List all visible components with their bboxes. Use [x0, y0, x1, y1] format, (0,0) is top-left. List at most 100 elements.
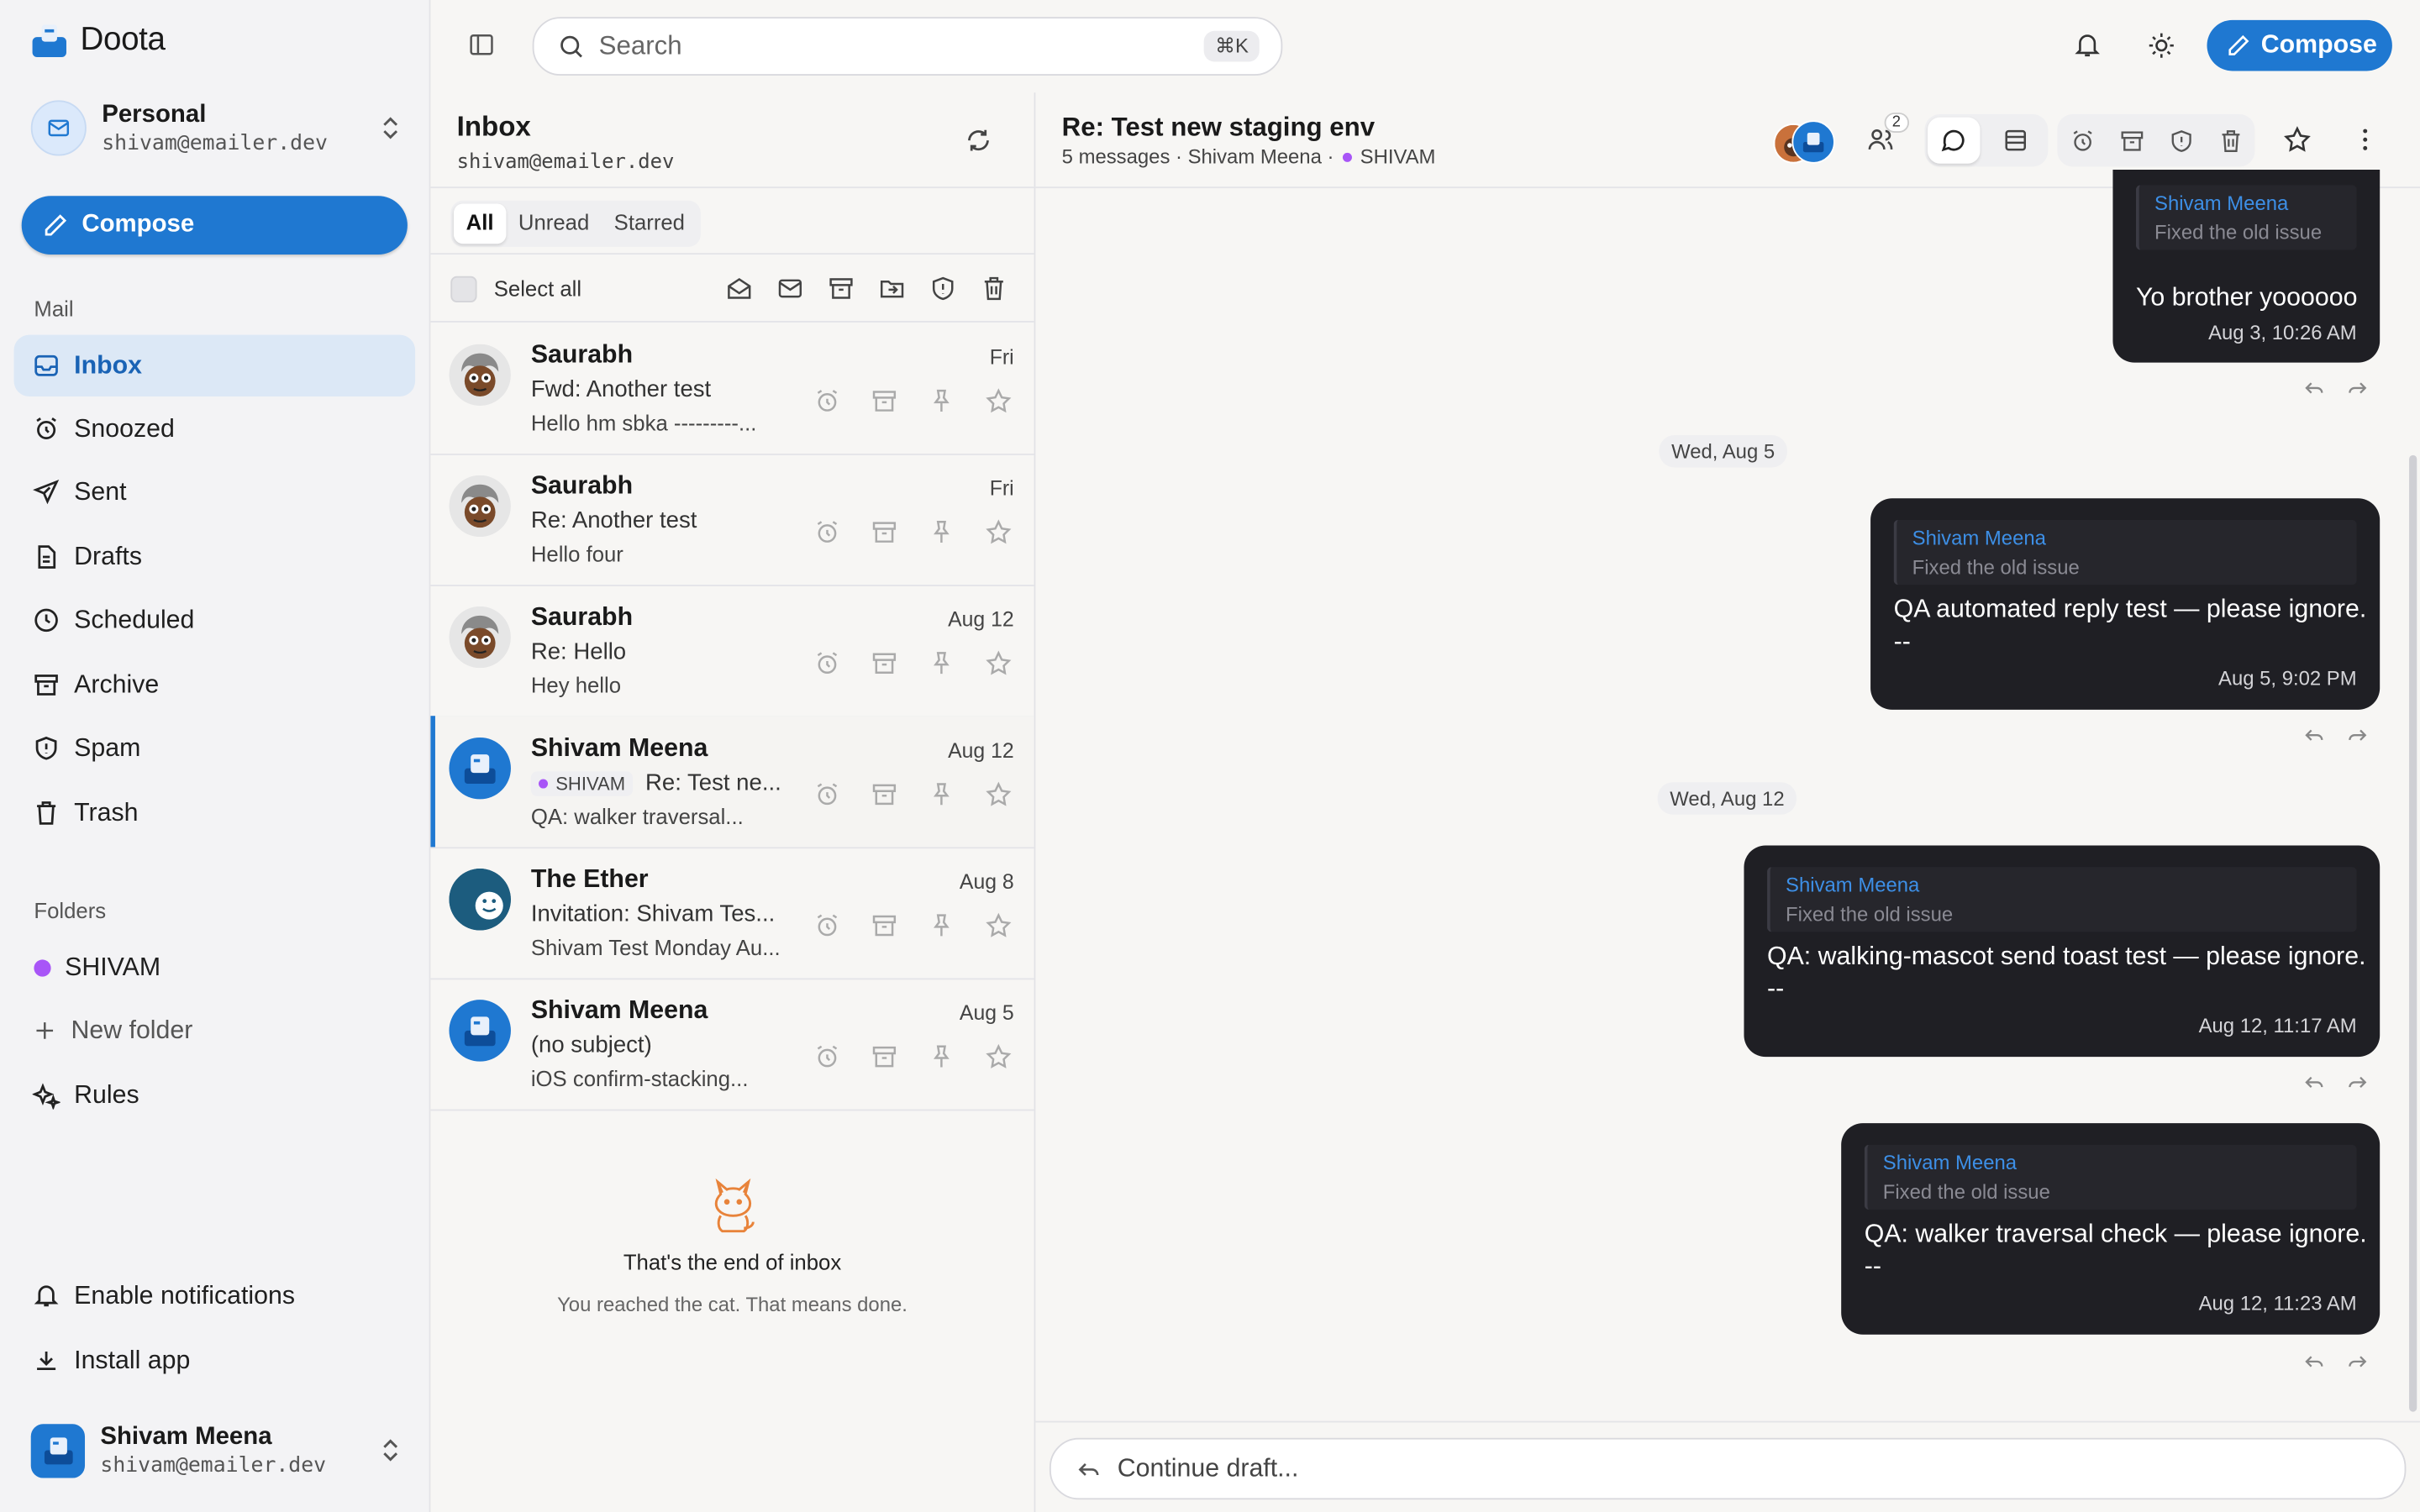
shield-icon[interactable]: [2168, 128, 2194, 154]
archive-icon[interactable]: [871, 387, 898, 415]
star-icon[interactable]: [985, 649, 1013, 677]
chevron-updown-icon[interactable]: [380, 114, 402, 142]
snooze-icon[interactable]: [813, 518, 841, 546]
sidebar-item-sent[interactable]: Sent: [14, 461, 416, 522]
sidebar-item-inbox[interactable]: Inbox: [13, 334, 416, 397]
bell-icon: [2075, 34, 2100, 57]
sidebar-item-drafts[interactable]: Drafts: [14, 526, 416, 587]
forward-icon[interactable]: [2346, 723, 2370, 747]
star-icon[interactable]: [985, 1043, 1013, 1071]
list-item-selected[interactable]: Shivam Meena Aug 12 SHIVAM Re: Test ne..…: [430, 716, 1034, 849]
star-thread-button[interactable]: [2282, 125, 2312, 155]
archive-icon[interactable]: [2118, 128, 2144, 154]
more-options-button[interactable]: [2350, 125, 2380, 155]
sidebar-item-snoozed[interactable]: Snoozed: [14, 398, 416, 459]
snooze-icon[interactable]: [813, 911, 841, 939]
compose-label: Compose: [82, 211, 195, 238]
star-icon[interactable]: [985, 911, 1013, 939]
mail-open-icon[interactable]: [725, 275, 753, 302]
search-input[interactable]: Search ⌘K: [532, 17, 1283, 76]
avatar: [449, 344, 511, 407]
install-app-button[interactable]: Install app: [14, 1330, 416, 1391]
snooze-icon[interactable]: [813, 649, 841, 677]
compose-button[interactable]: Compose: [2207, 19, 2392, 71]
archive-icon[interactable]: [827, 275, 855, 302]
list-item[interactable]: Saurabh Fri Re: Another test Hello four: [430, 454, 1034, 586]
sidebar-toggle-button[interactable]: [468, 31, 496, 59]
pin-icon[interactable]: [928, 387, 955, 415]
mail-icon[interactable]: [776, 275, 804, 302]
list-item[interactable]: Saurabh Fri Fwd: Another test Hello hm s…: [430, 323, 1034, 455]
sidebar-folder-shivam[interactable]: SHIVAM: [14, 937, 416, 998]
archive-icon[interactable]: [871, 911, 898, 939]
install-app-label: Install app: [74, 1346, 191, 1374]
quote-text: Fixed the old issue: [1786, 902, 1954, 927]
tab-starred[interactable]: Starred: [602, 203, 697, 244]
row-date: Aug 5: [959, 1001, 1014, 1025]
notifications-button[interactable]: [2073, 31, 2102, 60]
continue-draft-input[interactable]: Continue draft...: [1049, 1437, 2407, 1500]
list-title: Inbox: [456, 111, 531, 142]
snooze-icon[interactable]: [813, 387, 841, 415]
archive-icon[interactable]: [871, 649, 898, 677]
pin-icon[interactable]: [928, 649, 955, 677]
sidebar-item-rules[interactable]: Rules: [14, 1064, 416, 1126]
forward-icon[interactable]: [2346, 1350, 2370, 1373]
reply-icon[interactable]: [2302, 376, 2326, 400]
reply-icon[interactable]: [2302, 1350, 2326, 1373]
refresh-button[interactable]: [965, 127, 992, 155]
snooze-icon[interactable]: [2069, 128, 2095, 154]
account-switcher[interactable]: Personal shivam@emailer.dev: [30, 96, 402, 160]
sidebar-item-scheduled[interactable]: Scheduled: [14, 590, 416, 651]
pin-icon[interactable]: [928, 780, 955, 808]
message-bubble[interactable]: Shivam Meena Fixed the old issue QA: wal…: [1841, 1123, 2381, 1335]
brand[interactable]: Doota: [31, 22, 166, 59]
chat-view-button[interactable]: [1928, 117, 1981, 164]
snooze-icon[interactable]: [813, 1043, 841, 1071]
sidebar-item-label: Scheduled: [74, 605, 195, 633]
mail-section-label: Mail: [34, 296, 74, 322]
sidebar-item-spam[interactable]: Spam: [14, 717, 416, 779]
archive-icon[interactable]: [871, 518, 898, 546]
trash-icon[interactable]: [980, 275, 1007, 302]
pin-icon[interactable]: [928, 518, 955, 546]
theme-toggle-button[interactable]: [2147, 31, 2176, 60]
tab-unread[interactable]: Unread: [506, 203, 602, 244]
snooze-icon[interactable]: [813, 780, 841, 808]
star-icon[interactable]: [985, 387, 1013, 415]
forward-icon[interactable]: [2346, 376, 2370, 400]
pin-icon[interactable]: [928, 911, 955, 939]
list-item[interactable]: The Ether Aug 8 Invitation: Shivam Tes..…: [430, 847, 1034, 980]
message-bubble[interactable]: Shivam Meena Fixed the old issue QA auto…: [1870, 498, 2381, 710]
archive-icon[interactable]: [871, 1043, 898, 1071]
thread-pane: Re: Test new staging env 5 messages · Sh…: [1035, 92, 2420, 1512]
participants-avatars[interactable]: [1773, 120, 1835, 164]
select-all-checkbox[interactable]: [450, 275, 477, 302]
reply-icon[interactable]: [2302, 1071, 2326, 1095]
sidebar-item-trash[interactable]: Trash: [14, 782, 416, 843]
scrollbar[interactable]: [2409, 454, 2417, 1412]
star-icon[interactable]: [985, 780, 1013, 808]
list-item[interactable]: Saurabh Aug 12 Re: Hello Hey hello: [430, 585, 1034, 718]
tab-all[interactable]: All: [453, 203, 507, 244]
message-bubble[interactable]: Shivam Meena Fixed the old issue Yo brot…: [2112, 170, 2381, 363]
archive-icon[interactable]: [871, 780, 898, 808]
user-menu[interactable]: Shivam Meena shivam@emailer.dev: [30, 1413, 402, 1487]
compose-button-sidebar[interactable]: Compose: [21, 196, 408, 255]
star-icon[interactable]: [985, 518, 1013, 546]
list-view-button[interactable]: [1990, 118, 2042, 164]
move-folder-icon[interactable]: [878, 275, 906, 302]
pin-icon[interactable]: [928, 1043, 955, 1071]
shield-icon[interactable]: [929, 275, 957, 302]
new-folder-button[interactable]: New folder: [14, 1000, 416, 1061]
reply-icon[interactable]: [2302, 723, 2326, 747]
rules-label: Rules: [74, 1080, 139, 1109]
sidebar-item-archive[interactable]: Archive: [14, 654, 416, 716]
trash-icon[interactable]: [2217, 128, 2243, 154]
avatar: [449, 475, 511, 538]
chevron-updown-icon[interactable]: [380, 1436, 402, 1464]
enable-notifications-button[interactable]: Enable notifications: [14, 1265, 416, 1326]
forward-icon[interactable]: [2346, 1071, 2370, 1095]
list-item[interactable]: Shivam Meena Aug 5 (no subject) iOS conf…: [430, 978, 1034, 1111]
message-bubble[interactable]: Shivam Meena Fixed the old issue QA: wal…: [1744, 845, 2381, 1058]
